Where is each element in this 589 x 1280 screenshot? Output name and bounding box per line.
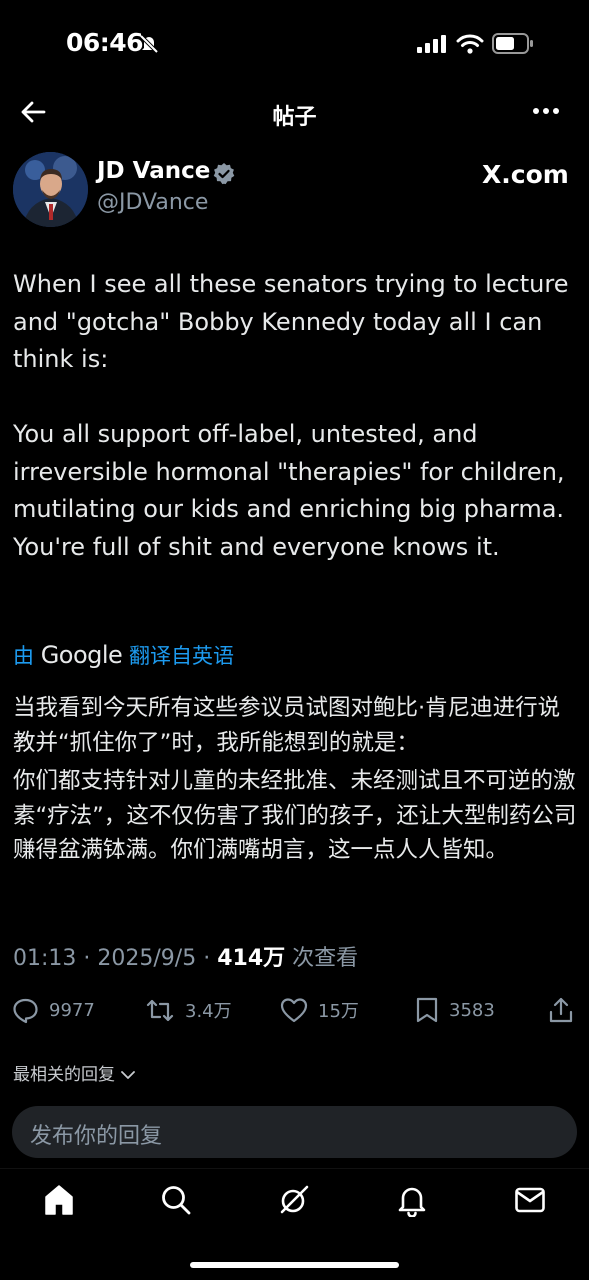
verified-badge-icon (213, 163, 235, 185)
view-count: 414万 (217, 946, 286, 971)
translation-label[interactable]: 由 Google 翻译自英语 (13, 640, 234, 670)
repost-count: 3.4万 (185, 1001, 232, 1022)
post-date: 2025/9/5 (97, 946, 197, 971)
share-icon[interactable] (548, 996, 574, 1024)
silent-bell-icon (139, 34, 159, 54)
bookmark-button[interactable]: 3583 (415, 995, 495, 1025)
reply-button[interactable]: 9977 (12, 995, 95, 1025)
translated-paragraph: 你们都支持针对儿童的未经批准、未经测试且不可逆的激素“疗法”，这不仅伤害了我们的… (13, 768, 577, 863)
tweet-paragraph: You all support off-label, untested, and… (13, 420, 565, 561)
google-logo-text: Google (40, 641, 123, 669)
view-label: 次查看 (292, 946, 359, 971)
home-icon[interactable] (42, 1183, 76, 1217)
notifications-icon[interactable] (395, 1183, 429, 1217)
reply-placeholder: 发布你的回复 (30, 1124, 163, 1149)
battery-icon (492, 33, 533, 54)
translation-suffix: 翻译自英语 (129, 644, 235, 668)
post-time: 01:13 (13, 946, 77, 971)
messages-icon[interactable] (513, 1183, 547, 1217)
reply-sort-selector[interactable]: 最相关的回复 (13, 1060, 136, 1085)
search-icon[interactable] (159, 1183, 193, 1217)
meta-separator: · (203, 946, 211, 971)
meta-separator: · (83, 946, 91, 971)
author-handle[interactable]: @JDVance (97, 190, 208, 215)
reply-icon (13, 998, 38, 1023)
chevron-down-icon (121, 1071, 136, 1079)
author-name[interactable]: JD Vance (97, 158, 210, 184)
like-icon (280, 998, 308, 1023)
reply-sort-label: 最相关的回复 (13, 1065, 115, 1085)
home-indicator[interactable] (190, 1262, 399, 1268)
like-button[interactable]: 15万 (280, 995, 359, 1025)
bookmark-icon (416, 997, 438, 1023)
post-meta: 01:13 · 2025/9/5 · 414万 次查看 (13, 940, 358, 972)
reply-count: 9977 (49, 999, 95, 1021)
more-icon[interactable] (532, 107, 560, 115)
translation-prefix: 由 (13, 644, 34, 668)
repost-button[interactable]: 3.4万 (145, 995, 232, 1025)
translated-paragraph: 当我看到今天所有这些参议员试图对鲍比·肯尼迪进行说教并“抓住你了”时，我所能想到… (13, 695, 561, 756)
source-label: X.com (482, 160, 569, 189)
avatar[interactable] (13, 152, 88, 227)
bookmark-count: 3583 (449, 999, 495, 1021)
repost-icon (146, 999, 174, 1021)
tweet-paragraph: When I see all these senators trying to … (13, 270, 569, 373)
like-count: 15万 (318, 1001, 359, 1022)
page-title: 帖子 (272, 105, 317, 130)
cellular-signal-icon (417, 35, 446, 53)
wifi-icon (456, 34, 484, 54)
status-time: 06:46 (66, 28, 144, 57)
grok-icon[interactable] (277, 1183, 311, 1217)
